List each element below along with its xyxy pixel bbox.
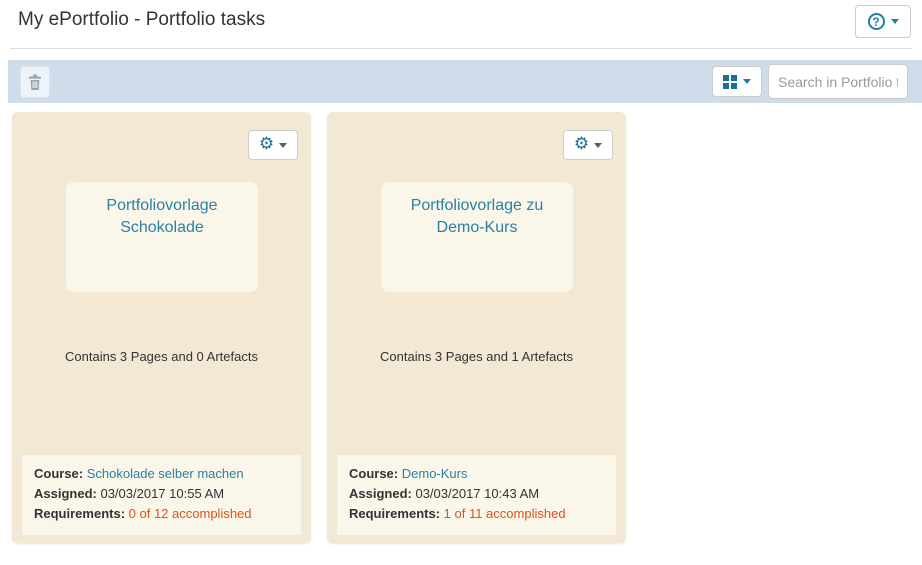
- assigned-row: Assigned: 03/03/2017 10:55 AM: [34, 484, 289, 504]
- grid-view-icon: [723, 75, 737, 89]
- gear-icon: ⚙: [574, 136, 589, 153]
- delete-button[interactable]: [20, 66, 50, 98]
- help-dropdown-button[interactable]: ?: [855, 5, 911, 38]
- assigned-value: 03/03/2017 10:43 AM: [415, 486, 539, 501]
- chevron-down-icon: [891, 19, 899, 24]
- assigned-label: Assigned:: [34, 486, 97, 501]
- requirements-label: Requirements:: [34, 506, 125, 521]
- toolbar: [8, 60, 922, 103]
- assigned-value: 03/03/2017 10:55 AM: [100, 486, 224, 501]
- course-row: Course: Schokolade selber machen: [34, 464, 289, 484]
- help-question-icon: ?: [868, 13, 885, 30]
- course-link[interactable]: Demo-Kurs: [402, 466, 468, 481]
- card-footer: Course: Demo-Kurs Assigned: 03/03/2017 1…: [337, 455, 616, 535]
- contains-summary: Contains 3 Pages and 1 Artefacts: [327, 349, 626, 364]
- search-input[interactable]: [768, 64, 908, 99]
- chevron-down-icon: [743, 79, 751, 84]
- actions-dropdown-button[interactable]: ⚙: [563, 130, 613, 160]
- portfolio-card: ⚙ Portfoliovorlage zu Demo-Kurs Contains…: [327, 112, 626, 543]
- trash-icon: [28, 74, 42, 90]
- requirements-label: Requirements:: [349, 506, 440, 521]
- actions-dropdown-button[interactable]: ⚙: [248, 130, 298, 160]
- contains-summary: Contains 3 Pages and 0 Artefacts: [12, 349, 311, 364]
- portfolio-title-link[interactable]: Portfoliovorlage Schokolade: [80, 195, 244, 239]
- portfolio-title-link[interactable]: Portfoliovorlage zu Demo-Kurs: [395, 195, 559, 239]
- course-label: Course:: [34, 466, 83, 481]
- gear-icon: ⚙: [259, 136, 274, 153]
- page-title: My ePortfolio - Portfolio tasks: [18, 9, 265, 31]
- course-label: Course:: [349, 466, 398, 481]
- requirements-value: 0 of 12 accomplished: [129, 506, 252, 521]
- portfolio-title-box[interactable]: Portfoliovorlage Schokolade: [66, 182, 258, 292]
- requirements-row: Requirements: 0 of 12 accomplished: [34, 504, 289, 524]
- assigned-label: Assigned:: [349, 486, 412, 501]
- requirements-value: 1 of 11 accomplished: [444, 506, 566, 521]
- header-divider: [10, 48, 912, 49]
- card-footer: Course: Schokolade selber machen Assigne…: [22, 455, 301, 535]
- portfolio-tasks-page: My ePortfolio - Portfolio tasks ?: [0, 0, 922, 565]
- requirements-row: Requirements: 1 of 11 accomplished: [349, 504, 604, 524]
- portfolio-title-box[interactable]: Portfoliovorlage zu Demo-Kurs: [381, 182, 573, 292]
- chevron-down-icon: [279, 143, 287, 148]
- course-link[interactable]: Schokolade selber machen: [87, 466, 244, 481]
- tile-view-dropdown-button[interactable]: [712, 66, 762, 97]
- portfolio-card: ⚙ Portfoliovorlage Schokolade Contains 3…: [12, 112, 311, 543]
- chevron-down-icon: [594, 143, 602, 148]
- course-row: Course: Demo-Kurs: [349, 464, 604, 484]
- assigned-row: Assigned: 03/03/2017 10:43 AM: [349, 484, 604, 504]
